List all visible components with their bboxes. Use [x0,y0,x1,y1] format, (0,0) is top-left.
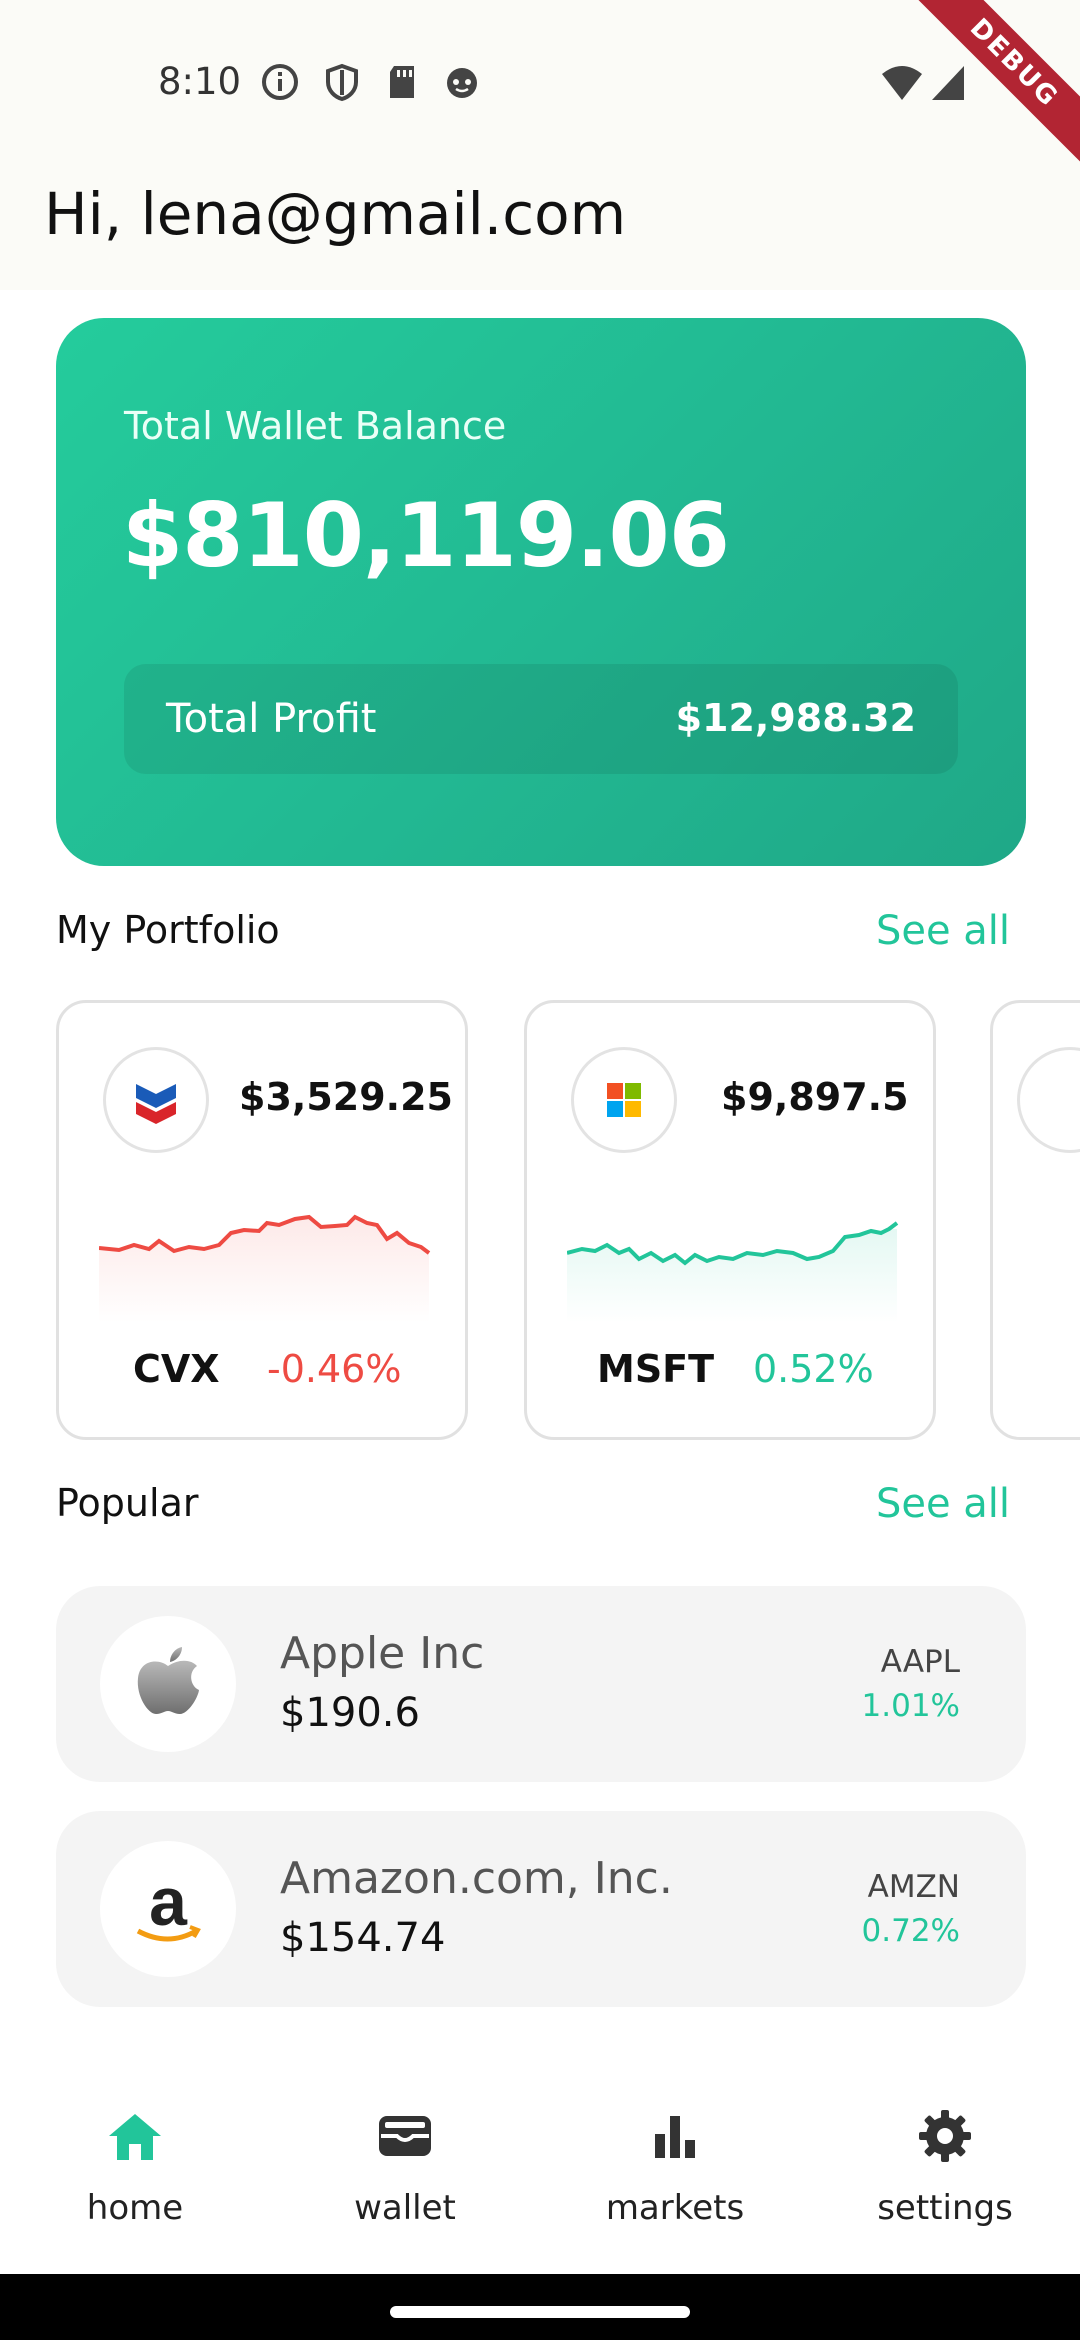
portfolio-card-cvx[interactable]: $3,529.25 CVX -0.46% [56,1000,468,1440]
wallet-balance-label: Total Wallet Balance [124,404,507,448]
info-circle-icon [262,64,298,100]
cell-signal-icon [932,66,964,100]
home-icon [109,2114,161,2160]
app-header: 8:10 DEBUG Hi, lena@gmail.com [0,0,1080,290]
nav-item-markets[interactable]: markets [540,2106,810,2256]
gear-icon [919,2110,971,2162]
amazon-logo-icon: a [100,1841,236,1977]
portfolio-see-all-link[interactable]: See all [876,908,1010,954]
sd-card-icon [390,66,414,98]
home-gesture-handle[interactable] [390,2306,690,2318]
stock-price: $154.74 [280,1915,446,1961]
portfolio-card-ticker: MSFT [597,1347,715,1391]
wifi-icon [882,66,922,100]
wallet-balance-value: $810,119.06 [122,484,730,587]
face-icon [447,68,477,98]
portfolio-card-partial[interactable] [990,1000,1080,1440]
total-profit-row: Total Profit $12,988.32 [124,664,958,774]
status-time: 8:10 [158,60,242,103]
stock-price: $190.6 [280,1690,420,1736]
portfolio-card-value: $3,529.25 [239,1075,453,1119]
svg-text:a: a [149,1864,188,1940]
stock-change: 0.72% [861,1913,960,1949]
stock-name: Amazon.com, Inc. [280,1853,673,1904]
nav-label: home [86,2188,184,2228]
stock-change: 1.01% [861,1688,960,1724]
bar-chart-icon [655,2116,695,2158]
portfolio-card-change: -0.46% [267,1347,402,1391]
wallet-balance-card[interactable]: Total Wallet Balance $810,119.06 Total P… [56,318,1026,866]
nav-label: settings [877,2188,1013,2228]
portfolio-card-value: $9,897.5 [721,1075,909,1119]
portfolio-title: My Portfolio [56,908,280,952]
microsoft-logo-icon [571,1047,677,1153]
status-bar: 8:10 [0,0,1080,160]
portfolio-card-change: 0.52% [753,1347,874,1391]
stock-ticker: AMZN [867,1869,960,1905]
total-profit-value: $12,988.32 [675,696,916,740]
apple-logo-icon [100,1616,236,1752]
nav-item-home[interactable]: home [0,2106,270,2256]
popular-title: Popular [56,1481,199,1525]
sparkline-chart [99,1214,431,1323]
nav-item-wallet[interactable]: wallet [270,2106,540,2256]
chevron-logo-icon [103,1047,209,1153]
list-item[interactable]: a Amazon.com, Inc. $154.74 AMZN 0.72% [56,1811,1026,2007]
nav-label: wallet [354,2188,456,2228]
greeting-title: Hi, lena@gmail.com [44,180,627,248]
stock-ticker: AAPL [880,1644,960,1680]
bottom-nav: home wallet markets settings [0,2070,1080,2274]
stock-name: Apple Inc [280,1628,485,1679]
sparkline-chart [567,1221,899,1323]
nav-item-settings[interactable]: settings [810,2106,1080,2256]
list-item[interactable]: Apple Inc $190.6 AAPL 1.01% [56,1586,1026,1782]
popular-see-all-link[interactable]: See all [876,1481,1010,1527]
portfolio-card-ticker: CVX [133,1347,220,1391]
total-profit-label: Total Profit [166,696,377,742]
shield-icon [326,63,358,102]
portfolio-card-msft[interactable]: $9,897.5 MSFT 0.52% [524,1000,936,1440]
wallet-icon [379,2116,431,2156]
nav-label: markets [605,2188,745,2228]
portfolio-logo-placeholder [1017,1047,1080,1153]
